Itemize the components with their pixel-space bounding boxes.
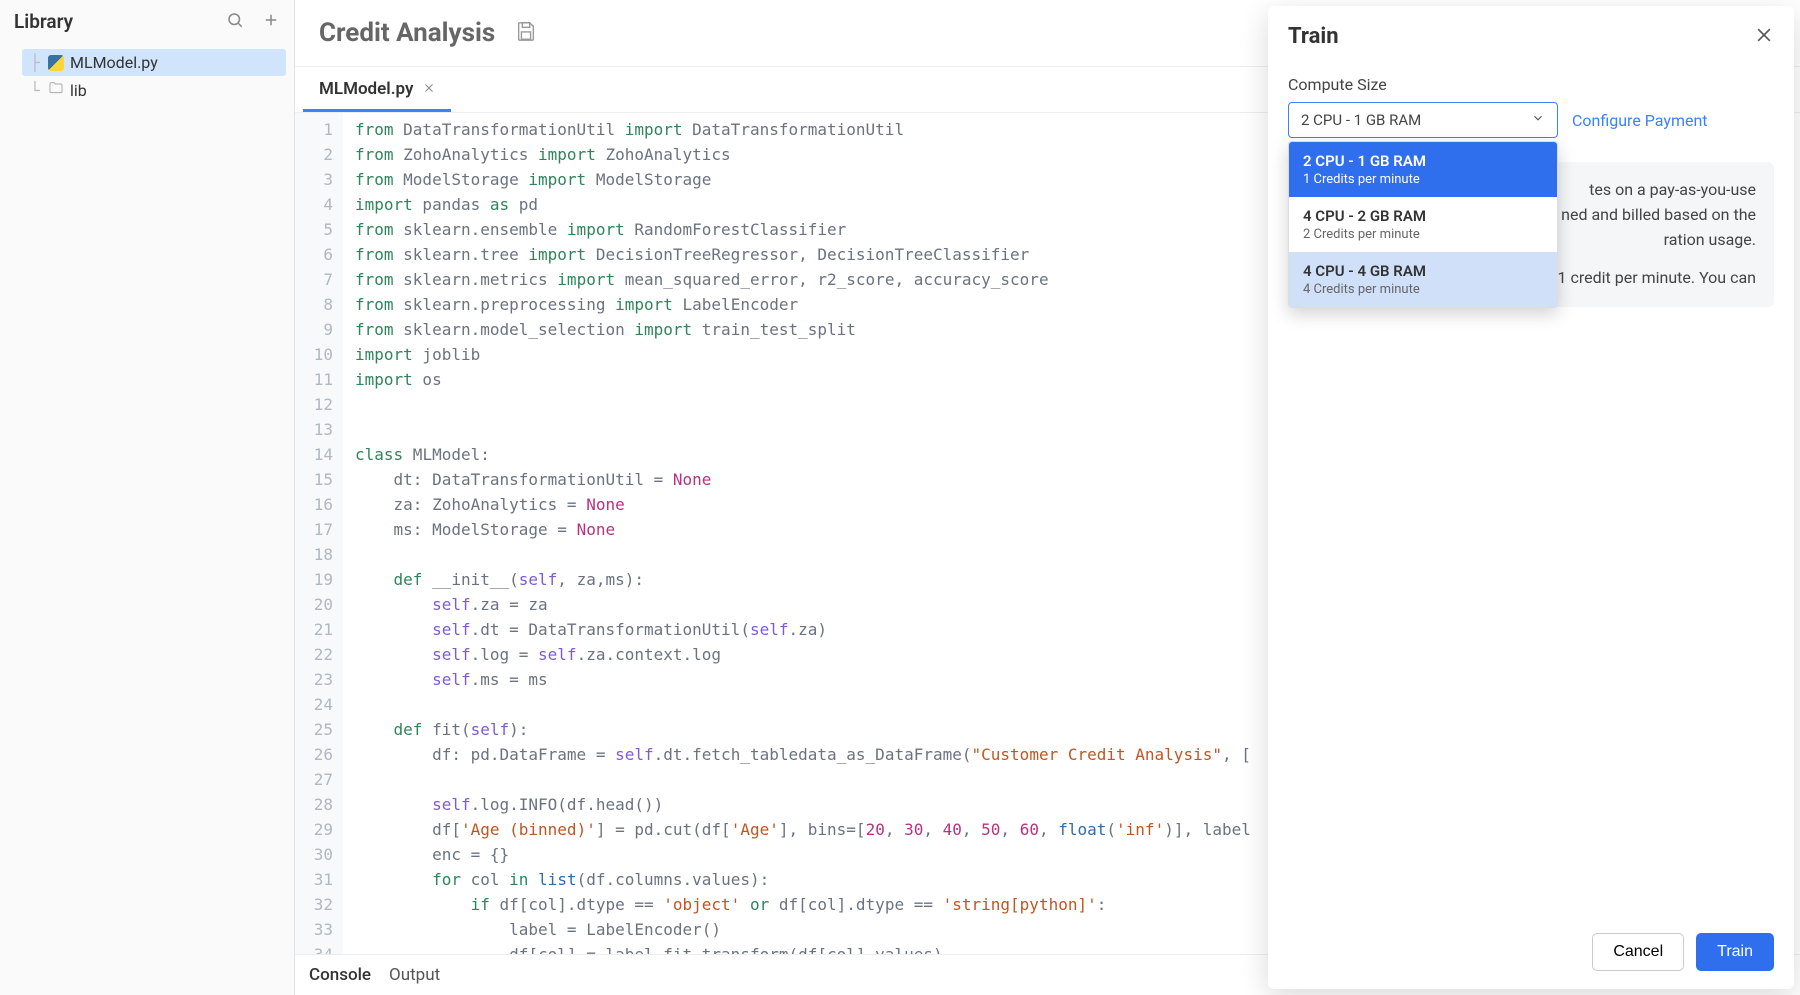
dropdown-option-sub: 4 Credits per minute: [1303, 282, 1543, 297]
dropdown-option-1[interactable]: 2 CPU - 1 GB RAM 1 Credits per minute: [1289, 142, 1557, 197]
search-icon[interactable]: [226, 11, 244, 33]
dropdown-option-title: 4 CPU - 2 GB RAM: [1303, 207, 1543, 225]
sidebar-title: Library: [14, 10, 73, 33]
dropdown-option-sub: 1 Credits per minute: [1303, 172, 1543, 187]
close-panel-icon[interactable]: [1754, 25, 1774, 49]
library-sidebar: Library ├ MLModel.py └ lib: [0, 0, 295, 995]
save-icon[interactable]: [515, 20, 537, 46]
select-value: 2 CPU - 1 GB RAM: [1301, 111, 1421, 129]
tree-item-label: MLModel.py: [70, 53, 158, 72]
sidebar-header: Library: [0, 0, 294, 45]
tree-item-lib[interactable]: └ lib: [22, 76, 286, 104]
panel-header: Train: [1288, 24, 1774, 49]
tree-branch-icon: └: [28, 81, 42, 100]
configure-payment-link[interactable]: Configure Payment: [1572, 111, 1708, 130]
train-panel: Train Compute Size 2 CPU - 1 GB RAM Conf…: [1268, 6, 1794, 989]
chevron-down-icon: [1531, 111, 1545, 129]
file-tree: ├ MLModel.py └ lib: [0, 45, 294, 108]
compute-size-label: Compute Size: [1288, 75, 1774, 94]
tab-label: MLModel.py: [319, 79, 413, 99]
tab-console[interactable]: Console: [309, 965, 371, 985]
folder-icon: [48, 80, 64, 100]
python-file-icon: [48, 55, 64, 71]
compute-size-select[interactable]: 2 CPU - 1 GB RAM: [1288, 102, 1558, 138]
tree-branch-icon: ├: [28, 53, 42, 72]
page-title: Credit Analysis: [319, 18, 495, 48]
add-icon[interactable]: [262, 11, 280, 33]
dropdown-option-2[interactable]: 4 CPU - 2 GB RAM 2 Credits per minute: [1289, 197, 1557, 252]
tree-item-label: lib: [70, 81, 87, 100]
panel-footer: Cancel Train: [1288, 933, 1774, 971]
train-button[interactable]: Train: [1696, 933, 1774, 971]
tree-item-mlmodel[interactable]: ├ MLModel.py: [22, 49, 286, 76]
dropdown-option-title: 2 CPU - 1 GB RAM: [1303, 152, 1543, 170]
line-gutter: 1234567891011121314151617181920212223242…: [295, 113, 343, 954]
tab-mlmodel[interactable]: MLModel.py: [303, 67, 451, 112]
close-tab-icon[interactable]: [423, 79, 435, 99]
cancel-button[interactable]: Cancel: [1592, 933, 1684, 971]
dropdown-option-3[interactable]: 4 CPU - 4 GB RAM 4 Credits per minute: [1289, 252, 1557, 307]
compute-size-dropdown: 2 CPU - 1 GB RAM 1 Credits per minute 4 …: [1288, 141, 1558, 308]
tab-output[interactable]: Output: [389, 965, 440, 985]
panel-title: Train: [1288, 24, 1339, 49]
dropdown-option-title: 4 CPU - 4 GB RAM: [1303, 262, 1543, 280]
compute-size-row: 2 CPU - 1 GB RAM Configure Payment: [1288, 102, 1774, 138]
dropdown-option-sub: 2 Credits per minute: [1303, 227, 1543, 242]
sidebar-header-actions: [226, 11, 280, 33]
